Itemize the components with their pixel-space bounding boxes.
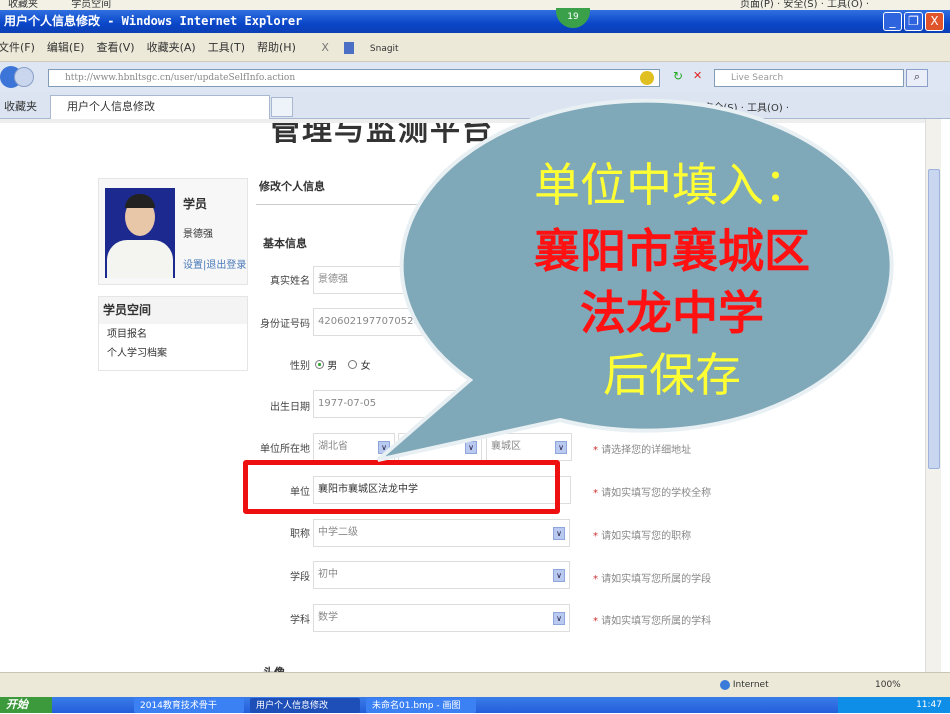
sidebar: 学员空间 项目报名 个人学习档案 (98, 296, 248, 371)
window-title: 用户个人信息修改 - Windows Internet Explorer (4, 14, 303, 28)
site-banner: 管理与监测平台 (270, 119, 494, 148)
stage-hint: * 请如实填写您所属的学段 (593, 574, 712, 585)
avatar (105, 188, 175, 278)
user-name: 景德强 (183, 229, 213, 240)
province-value: 湖北省 (318, 441, 348, 452)
label-gender: 性别 (290, 361, 310, 372)
new-tab-button[interactable] (271, 97, 293, 117)
label-real-name: 真实姓名 (270, 276, 310, 287)
menu-close-x[interactable]: X (321, 41, 329, 54)
callout-line-3: 法龙中学 (580, 286, 764, 340)
label-id-number: 身份证号码 (260, 319, 310, 330)
forward-button[interactable] (14, 67, 34, 87)
system-tray: 11:47 (838, 697, 950, 713)
command-bar[interactable]: 页面(P) · 安全(S) · 工具(O) · (660, 99, 789, 114)
background-window-strip: 收藏夹 学员空间 页面(P) · 安全(S) · 工具(O) · (0, 0, 950, 10)
search-icon[interactable]: ⌕ (906, 69, 928, 87)
taskbar: 开始 2014教育技术骨干 用户个人信息修改 未命名01.bmp - 画图 11… (0, 697, 950, 713)
label-title: 职称 (290, 529, 310, 540)
logout-link[interactable]: 退出登录 (206, 260, 246, 271)
scrollbar-thumb[interactable] (928, 169, 940, 469)
sidebar-item-archive[interactable]: 个人学习档案 (99, 345, 247, 363)
stage-select[interactable]: 初中 ∨ (313, 561, 570, 589)
tab-bar: 收藏夹 用户个人信息修改 页面(P) · 安全(S) · 工具(O) · (0, 92, 950, 119)
refresh-icon[interactable]: ↻ (673, 69, 690, 87)
chevron-down-icon: ∨ (553, 612, 565, 625)
clock: 11:47 (916, 700, 942, 710)
unit-hint: * 请如实填写您的学校全称 (593, 488, 712, 499)
menu-edit[interactable]: 编辑(E) (47, 41, 85, 54)
taskbar-item[interactable]: 未命名01.bmp - 画图 (366, 698, 476, 713)
highlight-box (243, 460, 560, 514)
snagit-icon (344, 42, 355, 54)
title-select[interactable]: 中学二级 ∨ (313, 519, 570, 547)
zoom-level[interactable]: 100% (875, 673, 901, 698)
radio-male-label: 男 (327, 361, 338, 372)
close-button[interactable]: X (925, 12, 944, 31)
stop-icon[interactable]: ✕ (693, 69, 709, 87)
status-bar: Internet 100% (0, 672, 950, 697)
section-title: 基本信息 (263, 237, 307, 250)
menu-tools[interactable]: 工具(T) (208, 41, 245, 54)
settings-link[interactable]: 设置 (183, 260, 203, 271)
subject-value: 数学 (318, 612, 338, 623)
radio-male[interactable] (315, 360, 324, 369)
restore-button[interactable]: ❐ (904, 12, 923, 31)
compat-icon[interactable] (640, 71, 654, 85)
province-select[interactable]: 湖北省 ∨ (313, 433, 395, 461)
location-hint: * 请选择您的详细地址 (593, 445, 692, 456)
menu-favorites[interactable]: 收藏夹(A) (147, 41, 196, 54)
url-input[interactable]: http://www.hbnltsgc.cn/user/updateSelfIn… (48, 69, 660, 87)
menu-file[interactable]: 文件(F) (0, 41, 35, 54)
subject-select[interactable]: 数学 ∨ (313, 604, 570, 632)
globe-icon (720, 679, 730, 690)
callout-line-4: 后保存 (603, 348, 741, 402)
taskbar-item[interactable]: 用户个人信息修改 (250, 698, 360, 713)
user-role: 学员 (183, 197, 208, 211)
chevron-down-icon: ∨ (378, 441, 390, 454)
sidebar-title: 学员空间 (99, 297, 247, 324)
subject-hint: * 请如实填写您所属的学科 (593, 616, 712, 627)
taskbar-item[interactable]: 2014教育技术骨干 (134, 698, 244, 713)
stage-value: 初中 (318, 569, 338, 580)
snagit-button[interactable]: Snagit (344, 41, 410, 54)
address-bar: http://www.hbnltsgc.cn/user/updateSelfIn… (0, 62, 950, 92)
prev-favorites: 收藏夹 (8, 0, 38, 10)
prev-tools: 页面(P) · 安全(S) · 工具(O) · (740, 0, 870, 10)
tab-active[interactable]: 用户个人信息修改 (50, 95, 270, 119)
title-hint: * 请如实填写您的职称 (593, 531, 692, 542)
prev-tab: 学员空间 (71, 0, 112, 10)
start-button[interactable]: 开始 (0, 697, 52, 713)
city-select[interactable]: 襄阳市 ∨ (398, 433, 482, 461)
chevron-down-icon: ∨ (465, 441, 477, 454)
search-input[interactable]: Live Search (714, 69, 904, 87)
label-location: 单位所在地 (260, 444, 310, 455)
district-value: 襄城区 (491, 441, 521, 452)
next-section-title: 头像 (263, 664, 285, 672)
chevron-down-icon: ∨ (555, 441, 567, 454)
label-birth: 出生日期 (270, 402, 310, 413)
label-subject: 学科 (290, 615, 310, 626)
district-select[interactable]: 襄城区 ∨ (486, 433, 572, 461)
radio-female[interactable] (348, 360, 358, 369)
menu-view[interactable]: 查看(V) (96, 41, 134, 54)
zone-indicator: Internet (720, 673, 769, 698)
sidebar-item-enroll[interactable]: 项目报名 (99, 324, 247, 345)
vertical-scrollbar[interactable] (925, 119, 941, 672)
callout-line-1: 单位中填入： (534, 158, 810, 212)
chevron-down-icon: ∨ (553, 527, 565, 540)
chevron-down-icon: ∨ (553, 569, 565, 582)
menu-help[interactable]: 帮助(H) (257, 41, 296, 54)
title-bar: 用户个人信息修改 - Windows Internet Explorer (0, 10, 950, 33)
radio-female-label: 女 (360, 361, 371, 372)
minimize-button[interactable]: _ (883, 12, 902, 31)
menu-bar: 文件(F) 编辑(E) 查看(V) 收藏夹(A) 工具(T) 帮助(H) X Snagit (0, 33, 950, 62)
favorites-button[interactable]: 收藏夹 (4, 98, 37, 114)
title-value: 中学二级 (318, 527, 358, 538)
callout-line-2: 襄阳市襄城区 (534, 224, 810, 278)
page-title: 修改个人信息 (259, 180, 325, 193)
user-card: 学员 景德强 设置|退出登录 (98, 178, 248, 285)
city-value: 襄阳市 (403, 441, 433, 452)
label-stage: 学段 (290, 572, 310, 583)
